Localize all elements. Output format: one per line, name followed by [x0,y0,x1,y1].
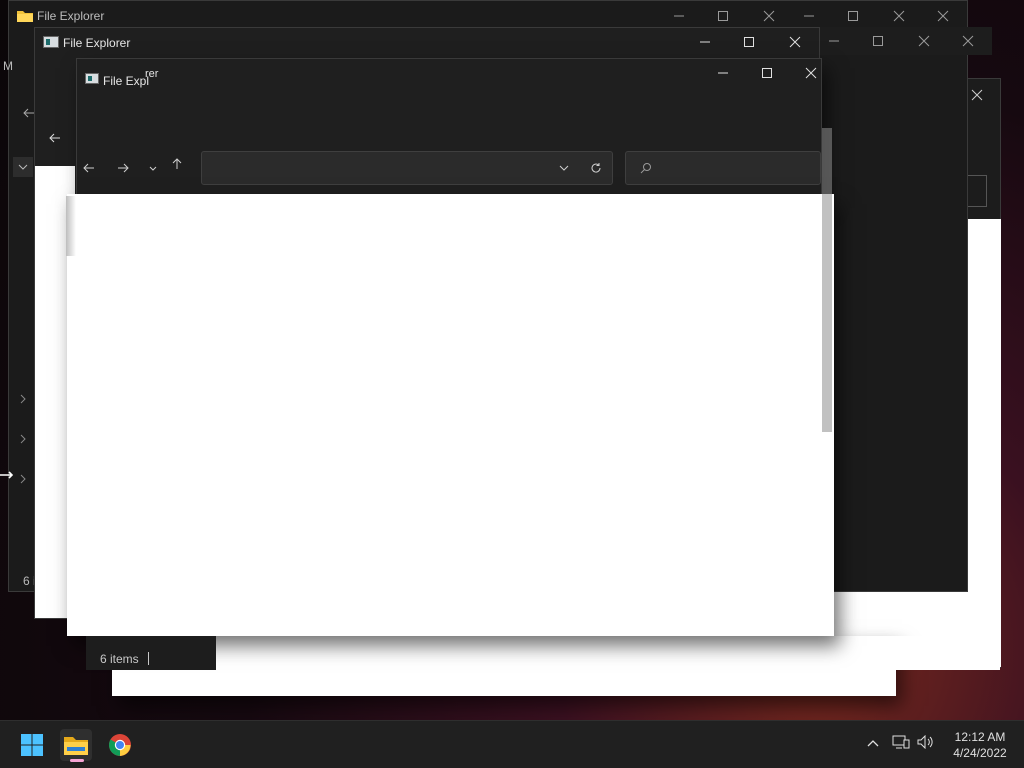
address-bar[interactable] [201,151,613,185]
minimize-button[interactable] [669,6,689,26]
chevron-right-icon[interactable] [13,429,33,449]
close-button[interactable] [889,6,909,26]
app-icon [43,36,59,48]
refresh-icon[interactable] [586,158,606,178]
back-arrow-icon[interactable] [79,158,99,178]
ghost-window-right [216,636,1000,670]
maximize-button[interactable] [713,6,733,26]
minimize-button[interactable] [695,32,715,52]
minimize-button[interactable] [824,31,844,51]
status-bar: 6 items [86,636,216,670]
up-arrow-icon[interactable] [167,154,187,174]
chevron-down-icon[interactable] [13,157,33,177]
chevron-right-icon[interactable] [13,389,33,409]
window-title: File Expl [103,74,150,88]
clock-time: 12:12 AM [954,730,1006,744]
menu-fragment: M [3,59,13,73]
minimize-button[interactable] [799,6,819,26]
chevron-right-icon[interactable] [13,469,33,489]
left-shadow-strip [66,196,76,256]
front-content-pane [67,194,834,636]
mouse-cursor [0,468,14,487]
maximize-button[interactable] [739,32,759,52]
close-button[interactable] [933,6,953,26]
chevron-down-icon[interactable] [554,158,574,178]
windows-logo-icon [21,734,43,756]
status-divider [148,652,149,665]
close-button[interactable] [914,31,934,51]
close-button[interactable] [785,32,805,52]
file-explorer-window-front: File Expl rer [76,58,822,198]
volume-icon[interactable] [917,734,935,752]
maximize-button[interactable] [757,63,777,83]
taskbar: 12:12 AM 4/24/2022 [0,720,1024,768]
clock[interactable]: 12:12 AM 4/24/2022 [946,729,1014,761]
background-window-mid-right [818,27,992,55]
taskbar-chrome-button[interactable] [104,729,136,761]
close-button[interactable] [801,63,821,83]
window-title: File Explorer [37,9,105,23]
clock-date: 4/24/2022 [953,746,1007,760]
active-indicator [70,759,84,762]
folder-icon [64,737,88,755]
folder-icon [17,9,33,22]
back-arrow-icon[interactable] [45,128,65,148]
start-button[interactable] [16,729,48,761]
maximize-button[interactable] [843,6,863,26]
close-button[interactable] [759,6,779,26]
show-hidden-icons-chevron-icon[interactable] [866,737,880,751]
status-items-count: 6 items [100,652,139,666]
taskbar-file-explorer-button[interactable] [60,729,92,762]
recent-locations-chevron-icon[interactable] [143,158,163,178]
maximize-button[interactable] [868,31,888,51]
window-title: File Explorer [63,36,131,50]
chrome-icon [109,734,131,756]
close-button[interactable] [967,85,987,105]
app-icon [85,73,99,84]
minimize-button[interactable] [713,63,733,83]
close-button[interactable] [958,31,978,51]
scrollbar[interactable] [822,128,832,432]
search-icon [636,158,656,178]
search-input[interactable] [625,151,821,185]
forward-arrow-icon[interactable] [113,158,133,178]
network-icon[interactable] [892,735,910,752]
ghost-title-fragment: rer [145,68,159,80]
